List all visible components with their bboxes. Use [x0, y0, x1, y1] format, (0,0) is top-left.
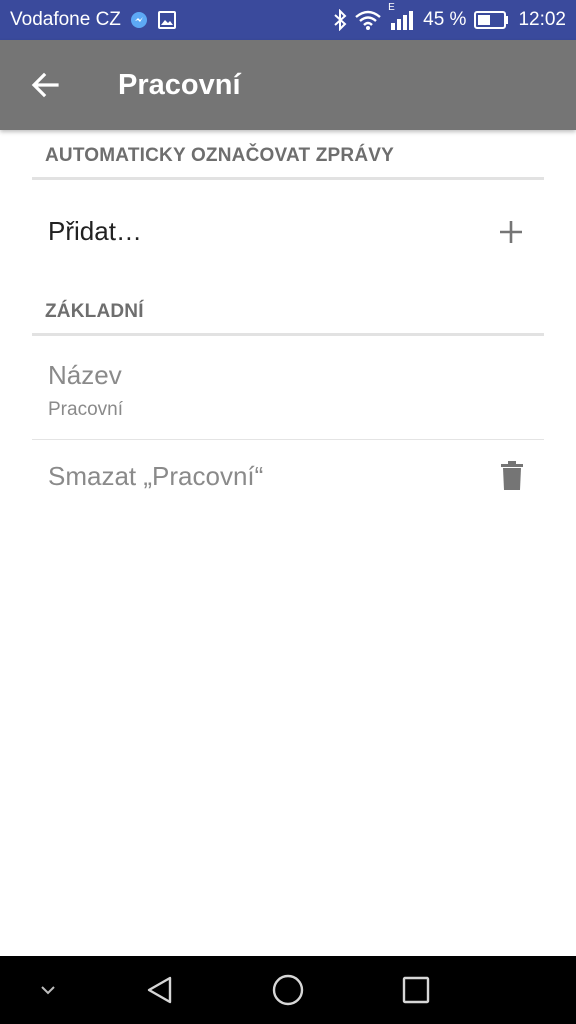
add-auto-label-row[interactable]: Přidat…	[32, 180, 544, 283]
square-recents-icon	[402, 976, 430, 1004]
section-header-basic: ZÁKLADNÍ	[32, 283, 544, 336]
image-notification-icon	[157, 10, 177, 30]
status-bar-right: E 45 % 12:02	[333, 2, 566, 31]
clock: 12:02	[518, 9, 566, 30]
status-bar: Vodafone CZ E 45 % 12:02	[0, 0, 576, 40]
carrier-name: Vodafone CZ	[10, 9, 121, 30]
navigation-bar	[0, 956, 576, 1024]
section-header-auto-label: AUTOMATICKY OZNAČOVAT ZPRÁVY	[32, 130, 544, 180]
signal-icon: E	[388, 2, 415, 30]
delete-label-row[interactable]: Smazat „Pracovní“	[32, 440, 544, 512]
name-setting-title: Název	[48, 360, 122, 390]
chevron-down-icon	[41, 986, 55, 995]
nav-back-button[interactable]	[120, 956, 200, 1024]
nav-home-button[interactable]	[248, 956, 328, 1024]
triangle-back-icon	[147, 976, 172, 1004]
add-label: Přidat…	[48, 216, 142, 246]
battery-percent: 45 %	[423, 9, 467, 30]
circle-home-icon	[272, 974, 304, 1006]
trash-icon	[501, 461, 523, 490]
arrow-back-icon	[31, 72, 59, 98]
plus-icon	[500, 220, 522, 243]
settings-list: AUTOMATICKY OZNAČOVAT ZPRÁVY Přidat… ZÁK…	[32, 130, 544, 512]
status-bar-left: Vodafone CZ	[10, 9, 177, 31]
app-bar: Pracovní	[0, 40, 576, 130]
name-setting-value: Pracovní	[48, 399, 123, 420]
nav-recents-button[interactable]	[376, 956, 456, 1024]
nav-collapse-button[interactable]	[8, 956, 88, 1024]
network-type: E	[388, 2, 395, 13]
page-title: Pracovní	[118, 68, 241, 101]
back-button[interactable]	[0, 40, 90, 130]
name-setting-row[interactable]: Název Pracovní	[32, 336, 544, 440]
wifi-icon	[355, 10, 381, 30]
delete-label-text: Smazat „Pracovní“	[48, 460, 264, 491]
bluetooth-icon	[333, 9, 347, 31]
messenger-icon	[129, 10, 149, 30]
battery-icon	[474, 11, 510, 29]
